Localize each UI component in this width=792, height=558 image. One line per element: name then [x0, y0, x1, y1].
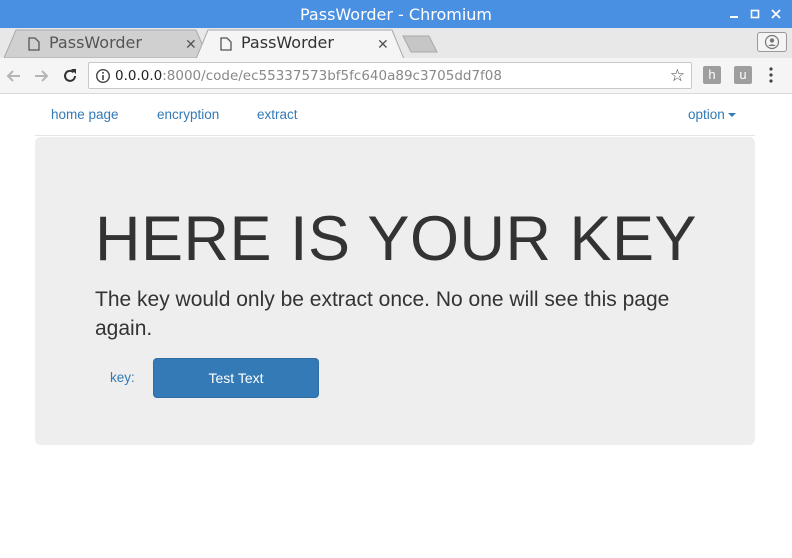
url-host: 0.0.0.0: [115, 68, 163, 84]
tab-strip: PassWorder ✕ PassWorder ✕: [0, 28, 792, 59]
extension-u-icon[interactable]: u: [734, 66, 752, 84]
nav-option-label: option: [688, 107, 725, 122]
caret-down-icon: [727, 113, 736, 118]
browser-toolbar: 0.0.0.0:8000/code/ec55337573bf5fc640a89c…: [0, 58, 792, 94]
profile-button[interactable]: [757, 32, 787, 52]
tab-label: PassWorder: [49, 33, 142, 52]
tab-close-icon[interactable]: ✕: [377, 36, 389, 53]
url-path: :8000/code/ec55337573bf5fc640a89c3705dd7…: [162, 68, 502, 84]
nav-option-dropdown[interactable]: option: [688, 107, 736, 122]
forward-icon[interactable]: [31, 66, 51, 86]
key-label: key:: [110, 370, 135, 385]
minimize-icon[interactable]: [724, 4, 744, 24]
kebab-menu-icon[interactable]: [766, 66, 776, 84]
reload-icon[interactable]: [60, 66, 80, 86]
window-title: PassWorder - Chromium: [300, 5, 492, 24]
close-window-icon[interactable]: [766, 4, 786, 24]
person-icon: [764, 34, 780, 50]
page-heading: HERE IS YOUR KEY: [95, 204, 698, 274]
tab-label: PassWorder: [241, 33, 334, 52]
new-tab-button[interactable]: [402, 35, 438, 53]
bookmark-star-icon[interactable]: ☆: [670, 66, 685, 86]
page-icon: [220, 37, 232, 51]
maximize-icon[interactable]: [745, 4, 765, 24]
key-jumbotron: HERE IS YOUR KEY The key would only be e…: [35, 137, 755, 445]
nav-home-link[interactable]: home page: [51, 107, 119, 122]
tab-passworder-2[interactable]: PassWorder ✕: [196, 29, 406, 59]
page-icon: [28, 37, 40, 51]
address-bar[interactable]: 0.0.0.0:8000/code/ec55337573bf5fc640a89c…: [88, 62, 692, 89]
tab-close-icon[interactable]: ✕: [185, 36, 197, 53]
back-icon[interactable]: [4, 66, 24, 86]
info-icon[interactable]: [95, 68, 111, 84]
url-text: 0.0.0.0:8000/code/ec55337573bf5fc640a89c…: [115, 68, 502, 84]
nav-encryption-link[interactable]: encryption: [157, 107, 219, 122]
site-navbar: home page encryption extract option: [35, 95, 755, 136]
window-titlebar: PassWorder - Chromium: [0, 0, 792, 28]
key-value-button[interactable]: Test Text: [153, 358, 319, 398]
extension-h-icon[interactable]: h: [703, 66, 721, 84]
lead-text: The key would only be extract once. No o…: [95, 288, 670, 340]
tab-passworder-1[interactable]: PassWorder ✕: [4, 29, 208, 59]
nav-extract-link[interactable]: extract: [257, 107, 298, 122]
